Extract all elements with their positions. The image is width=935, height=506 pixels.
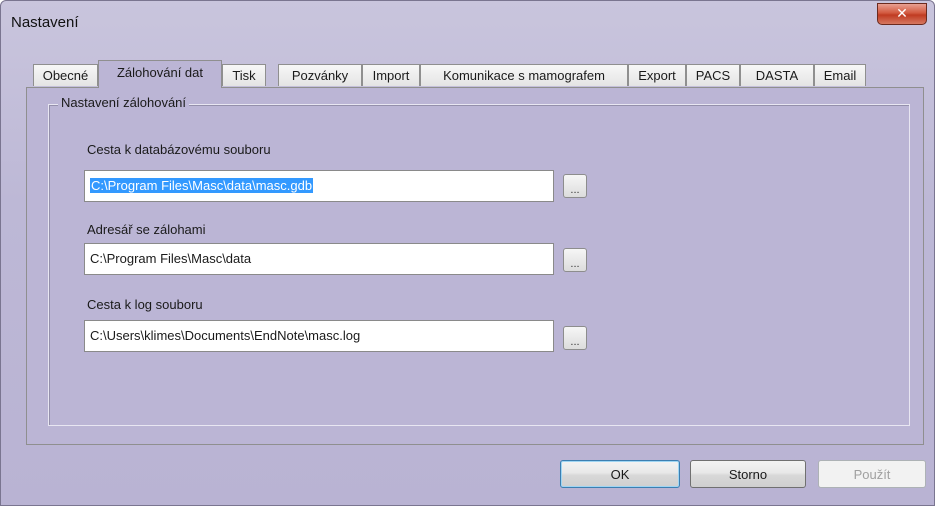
window-title: Nastavení (11, 14, 79, 31)
title-bar[interactable]: Nastavení ✕ (1, 1, 934, 45)
ok-button[interactable]: OK (560, 460, 680, 488)
close-button[interactable]: ✕ (877, 3, 927, 25)
log-file-value: C:\Users\klimes\Documents\EndNote\masc.l… (90, 328, 361, 343)
database-file-value: C:\Program Files\Masc\data\masc.gdb (90, 178, 314, 193)
log-file-input[interactable]: C:\Users\klimes\Documents\EndNote\masc.l… (84, 320, 554, 352)
backup-dir-value: C:\Program Files\Masc\data (90, 251, 252, 266)
backup-dir-label: Adresář se zálohami (87, 222, 206, 237)
tab-komunikace-s-mamografem[interactable]: Komunikace s mamografem (420, 64, 628, 86)
tab-email[interactable]: Email (814, 64, 866, 86)
tab-import[interactable]: Import (362, 64, 420, 86)
apply-button[interactable]: Použít (818, 460, 926, 488)
group-title: Nastavení zálohování (58, 95, 190, 110)
cancel-button[interactable]: Storno (690, 460, 806, 488)
tab-obecne[interactable]: Obecné (33, 64, 98, 86)
tab-dasta[interactable]: DASTA (740, 64, 814, 86)
database-file-label: Cesta k databázovému souboru (87, 142, 271, 157)
log-file-label: Cesta k log souboru (87, 297, 203, 312)
close-icon: ✕ (896, 6, 908, 22)
log-file-browse-button[interactable]: ... (563, 326, 587, 350)
tab-zalohovani-dat[interactable]: Zálohování dat (98, 60, 222, 88)
tab-tisk[interactable]: Tisk (222, 64, 266, 86)
tab-pacs[interactable]: PACS (686, 64, 740, 86)
tab-export[interactable]: Export (628, 64, 686, 86)
backup-dir-input[interactable]: C:\Program Files\Masc\data (84, 243, 554, 275)
database-file-browse-button[interactable]: ... (563, 174, 587, 198)
database-file-input[interactable]: C:\Program Files\Masc\data\masc.gdb (84, 170, 554, 202)
tab-pozvanky[interactable]: Pozvánky (278, 64, 362, 86)
backup-dir-browse-button[interactable]: ... (563, 248, 587, 272)
